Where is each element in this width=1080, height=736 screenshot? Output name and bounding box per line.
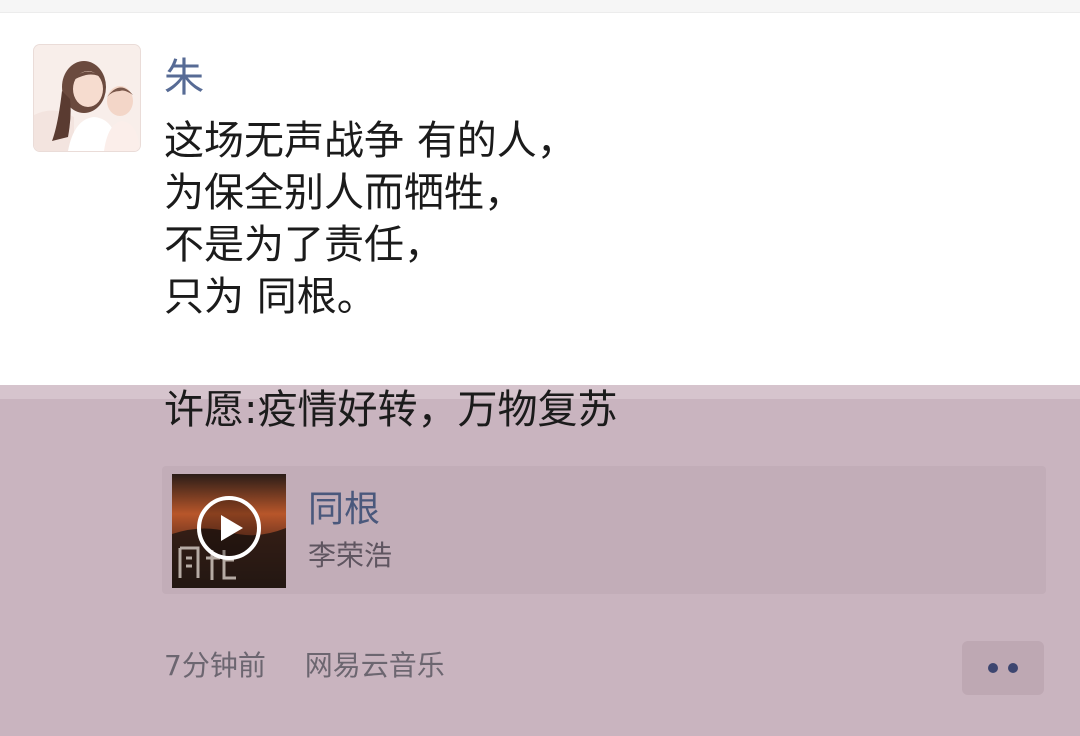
more-dots-icon [988,663,998,673]
play-circle-icon [197,496,261,560]
post-source-app[interactable]: 网易云音乐 [305,649,445,682]
post-line: 这场无声战争 有的人， [164,118,577,164]
song-artist: 李荣浩 [308,539,393,572]
avatar[interactable] [34,45,140,151]
username[interactable]: 朱 [164,52,204,104]
post-line: 只为 同根。 [164,274,377,320]
music-share-card[interactable]: 同根 李荣浩 [162,466,1046,594]
moments-post: 朱 这场无声战争 有的人， 为保全别人而牺牲， 不是为了责任， 只为 同根。 许… [0,0,1080,736]
more-actions-button[interactable] [962,641,1044,695]
post-text: 这场无声战争 有的人， 为保全别人而牺牲， 不是为了责任， 只为 同根。 [164,115,1044,323]
post-meta: 7分钟前 网易云音乐 [164,646,445,686]
post-timestamp: 7分钟前 [164,649,266,682]
post-wish-line: 许愿:疫情好转，万物复苏 [164,387,618,433]
more-dots-icon [1008,663,1018,673]
song-title: 同根 [308,489,381,530]
post-line: 为保全别人而牺牲， [164,170,524,216]
album-cover[interactable] [172,474,286,588]
post-line: 不是为了责任， [164,222,444,268]
top-divider [0,0,1080,13]
profile-photo-icon [34,45,140,151]
